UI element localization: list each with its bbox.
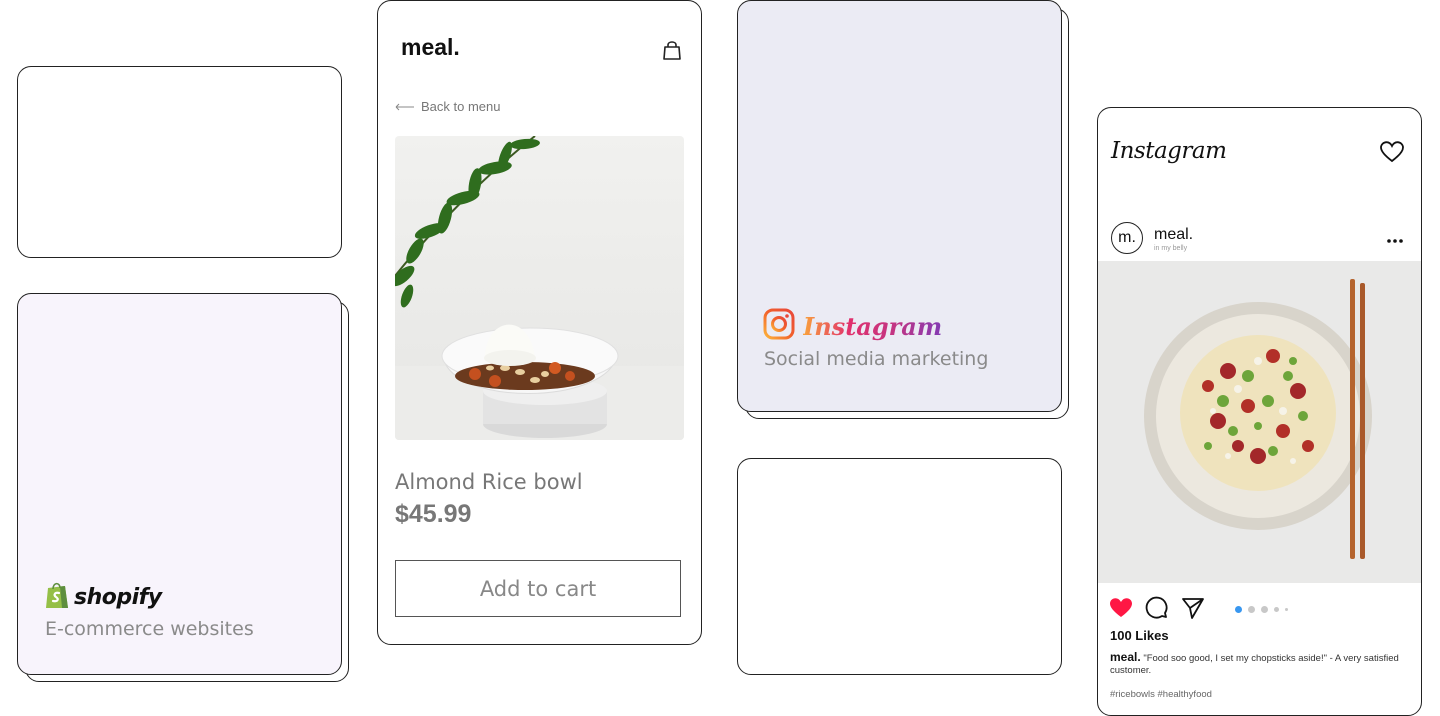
more-options-icon[interactable] [1386, 228, 1404, 249]
carousel-dot[interactable] [1261, 606, 1268, 613]
carousel-dot[interactable] [1274, 607, 1279, 612]
carousel-dot[interactable] [1248, 606, 1255, 613]
product-name: Almond Rice bowl [395, 470, 583, 494]
post-hashtags[interactable]: #ricebowls #healthyfood [1110, 689, 1212, 700]
heart-outline-icon[interactable] [1380, 141, 1404, 163]
carousel-dot-active[interactable] [1235, 606, 1242, 613]
post-user-subtitle: in my belly [1154, 245, 1188, 252]
shopify-logo: shopify [44, 580, 162, 615]
post-actions [1109, 596, 1205, 625]
shopping-bag-icon[interactable] [661, 39, 683, 61]
brand-logo[interactable]: meal. [401, 34, 460, 61]
shopify-bag-icon [44, 580, 70, 615]
instagram-camera-icon [763, 308, 795, 345]
carousel-dot[interactable] [1285, 608, 1288, 611]
shopify-wordmark: shopify [74, 585, 162, 610]
back-to-menu-link[interactable]: Back to menu [395, 99, 501, 114]
empty-card-bottom [737, 458, 1062, 675]
add-to-cart-button[interactable]: Add to cart [395, 560, 681, 617]
empty-card-top-left [17, 66, 342, 258]
instagram-app-title: Instagram [1111, 138, 1227, 164]
likes-count: 100 Likes [1110, 628, 1169, 643]
post-username[interactable]: meal. [1154, 226, 1193, 244]
caption-username[interactable]: meal. [1110, 650, 1141, 664]
share-icon[interactable] [1181, 596, 1205, 625]
instagram-logo: Instagram [763, 308, 942, 345]
post-photo [1098, 261, 1421, 583]
product-price: $45.99 [395, 500, 472, 528]
carousel-dots [1235, 606, 1288, 613]
avatar[interactable]: m. [1111, 222, 1143, 254]
shopify-caption: E-commerce websites [45, 618, 254, 640]
product-photo [395, 136, 684, 440]
comment-icon[interactable] [1145, 596, 1169, 625]
back-to-menu-label: Back to menu [421, 99, 501, 114]
arrow-left-icon [395, 99, 415, 114]
instagram-wordmark: Instagram [803, 312, 943, 341]
like-heart-icon[interactable] [1109, 597, 1133, 624]
post-caption: meal. "Food soo good, I set my chopstick… [1110, 651, 1410, 677]
caption-text: "Food soo good, I set my chopsticks asid… [1110, 653, 1399, 676]
instagram-caption: Social media marketing [764, 348, 989, 370]
